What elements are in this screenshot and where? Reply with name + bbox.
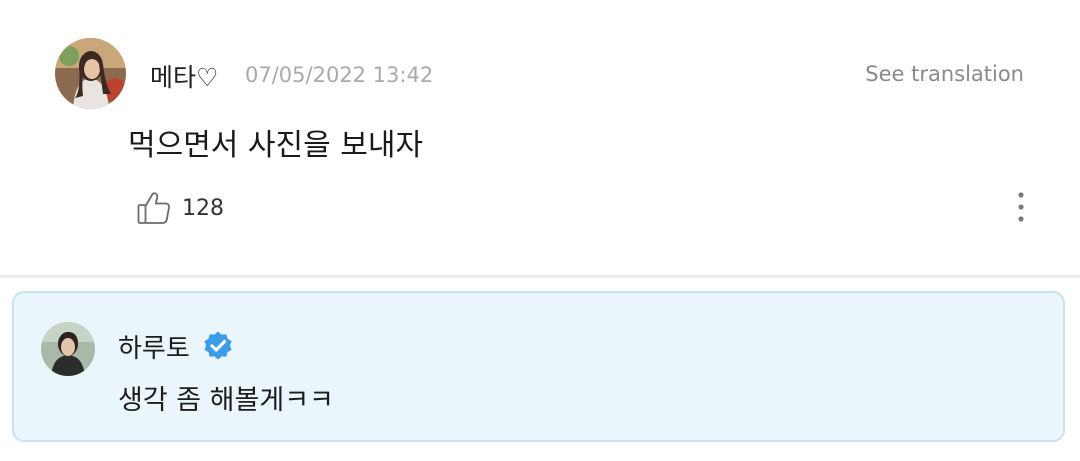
replier-name[interactable]: 하루토 [118,328,190,365]
commenter-name[interactable]: 메타♡ [150,58,218,94]
thumbs-up-icon [137,192,170,224]
more-options-button[interactable] [1005,188,1037,228]
vertical-ellipsis-icon [1018,192,1024,222]
section-divider [0,275,1080,278]
verified-badge-icon [204,331,232,360]
like-button[interactable]: 128 [136,188,224,228]
like-count: 128 [182,195,224,221]
fan-comment: 메타♡ 07/05/2022 13:42 See translation 먹으면… [0,0,1080,276]
comment-text: 먹으면서 사진을 보내자 [128,128,424,163]
reply-text: 생각 좀 해볼게ㅋㅋ [118,385,334,416]
commenter-avatar[interactable] [55,38,126,109]
artist-reply: 하루토 생각 좀 해볼게ㅋㅋ [12,291,1065,442]
replier-avatar[interactable] [41,322,95,376]
see-translation-link[interactable]: See translation [865,62,1024,86]
comment-timestamp: 07/05/2022 13:42 [245,63,434,87]
